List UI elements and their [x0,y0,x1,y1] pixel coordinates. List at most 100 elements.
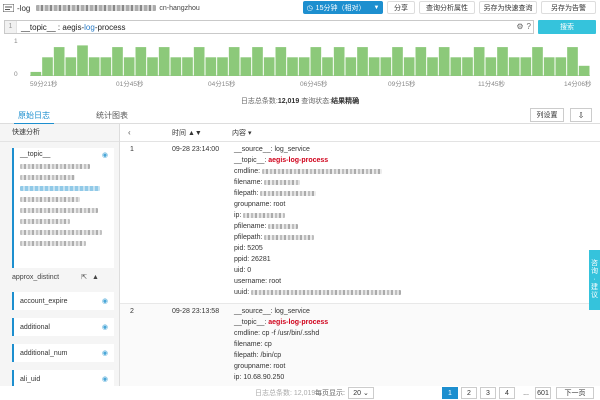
query-attributes-button[interactable]: 查询分析属性 [419,1,475,14]
histogram-bar[interactable] [65,57,77,76]
histogram-bar[interactable] [77,45,88,76]
key-label: ip: [234,374,242,381]
histogram-bar[interactable] [333,47,345,76]
histogram-bar[interactable] [520,57,532,76]
table-row[interactable]: 2 09-28 23:13:58 __source__: log_service… [120,304,600,386]
eye-icon[interactable]: ◉ [102,323,108,331]
external-link-icon[interactable]: ⇱ [81,273,87,281]
page-button[interactable]: 2 [461,387,477,399]
sidebar-field-additional[interactable]: additional ◉ [12,318,114,336]
help-icon[interactable]: ? [527,22,531,31]
histogram-bar[interactable] [135,47,147,76]
histogram-bar[interactable] [170,57,182,76]
search-button[interactable]: 搜索 [538,20,596,34]
histogram-bar[interactable] [112,47,123,76]
histogram-bar[interactable] [42,57,53,76]
time-range-button[interactable]: ◷ 15分钟（相对） ▼ [303,1,383,14]
histogram-bar[interactable] [380,57,392,76]
histogram-bar[interactable] [298,57,310,76]
eye-icon[interactable]: ◉ [102,151,108,159]
histogram-bar[interactable] [543,57,555,76]
histogram-bar[interactable] [53,47,65,76]
histogram-bar[interactable] [30,71,42,76]
histogram-bar[interactable] [123,57,135,76]
content-column-header[interactable]: 内容 ▾ [232,128,251,138]
histogram-bar[interactable] [310,47,322,76]
histogram-bar[interactable] [485,57,497,76]
histogram-bar[interactable] [567,47,578,76]
sidebar-field-account-expire[interactable]: account_expire ◉ [12,292,114,310]
histogram-bar[interactable] [438,47,450,76]
feedback-char: · [593,276,596,283]
sort-icon[interactable]: ▲▼ [188,130,202,137]
sidebar-field-topic[interactable]: __topic__ ◉ [12,148,114,268]
eye-icon[interactable]: ◉ [102,375,108,383]
histogram-bar[interactable] [578,65,590,76]
next-page-button[interactable]: 下一页 [556,387,594,399]
sidebar-field-ali-uid[interactable]: ali_uid ◉ [12,370,114,386]
chevron-left-icon[interactable]: ‹ [128,128,131,137]
histogram-bar[interactable] [497,47,508,76]
time-column-header[interactable]: 时间 ▲▼ [172,128,202,138]
page-button[interactable]: 4 [499,387,515,399]
settings-icon[interactable]: ⚙ [516,22,523,31]
share-button[interactable]: 分享 [387,1,415,14]
page-button[interactable]: 1 [442,387,458,399]
histogram-chart[interactable] [30,40,590,76]
histogram-bar[interactable] [508,57,520,76]
histogram-bar[interactable] [182,57,193,76]
histogram-bar[interactable] [532,47,543,76]
field-filename: filename: [234,179,301,186]
redacted-value [264,234,315,240]
histogram-bar[interactable] [193,47,205,76]
histogram-bar[interactable] [403,57,415,76]
histogram-bar[interactable] [450,57,462,76]
histogram-bar[interactable] [158,47,170,76]
histogram-bar[interactable] [345,57,357,76]
feedback-tab[interactable]: 咨 询 · 建 议 [589,250,600,310]
histogram-bar[interactable] [287,57,298,76]
histogram-bar[interactable] [240,57,252,76]
caret-down-icon[interactable]: ▾ [248,130,252,137]
tab-statistics[interactable]: 统计图表 [92,108,132,123]
x-tick-label: 01分45秒 [116,81,144,88]
histogram-bar[interactable] [462,57,473,76]
save-alarm-button[interactable]: 另存为告警 [541,1,596,14]
query-input[interactable]: 1 __topic__ : aegis-log-process ⚙ ? [4,20,534,34]
histogram-bar[interactable] [263,57,275,76]
eye-icon[interactable]: ◉ [102,297,108,305]
page-size-select[interactable]: 20 ⌄ [348,387,374,399]
histogram-bar[interactable] [275,47,287,76]
eye-icon[interactable]: ◉ [102,349,108,357]
histogram-bar[interactable] [228,47,240,76]
histogram-bar[interactable] [555,57,567,76]
redacted-value [268,223,299,229]
key-label: __topic__: [234,157,267,164]
histogram-bar[interactable] [147,57,158,76]
histogram-bar[interactable] [88,57,100,76]
field-groupname: groupname: root [234,201,285,208]
histogram-bar[interactable] [100,57,112,76]
save-quick-query-button[interactable]: 另存为快速查询 [479,1,537,14]
histogram-bar[interactable] [392,47,403,76]
histogram-bar[interactable] [322,57,333,76]
query-prefix: __topic__ : aegis- [21,22,85,32]
page-button[interactable]: 3 [480,387,496,399]
histogram-bar[interactable] [252,47,263,76]
sidebar-field-additional-num[interactable]: additional_num ◉ [12,344,114,362]
histogram-bar[interactable] [415,47,427,76]
histogram-bar[interactable] [357,47,368,76]
column-settings-button[interactable]: 列设置 [530,108,564,122]
histogram-bar[interactable] [205,57,217,76]
table-row[interactable]: 1 09-28 23:14:00 __source__: log_service… [120,142,600,304]
page-button[interactable]: 601 [535,387,551,399]
histogram-bar[interactable] [368,57,380,76]
download-icon[interactable]: ⇩ [570,108,592,122]
histogram-bar[interactable] [427,57,438,76]
histogram-bar[interactable] [473,47,485,76]
caret-up-icon[interactable]: ▲ [92,274,99,281]
row-index: 2 [130,308,134,315]
query-text: __topic__ : aegis-log-process [21,23,126,32]
histogram-bar[interactable] [217,57,228,76]
tab-raw-logs[interactable]: 原始日志 [14,108,54,125]
